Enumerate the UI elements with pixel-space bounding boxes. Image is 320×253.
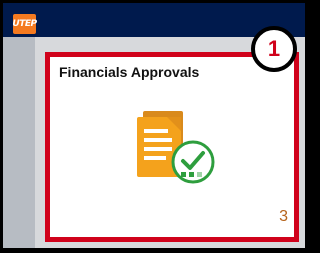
financials-approvals-tile[interactable]: Financials Approvals 3 <box>45 52 299 242</box>
utep-logo-text: UTEP <box>12 19 37 29</box>
homepage-content: Financials Approvals 3 <box>3 37 305 248</box>
utep-logo[interactable]: UTEP <box>12 14 37 34</box>
step-number: 1 <box>267 36 281 61</box>
tile-title: Financials Approvals <box>59 64 200 80</box>
step-number-badge: 1 <box>251 26 297 72</box>
document-approval-icon <box>137 111 215 184</box>
pending-approvals-count: 3 <box>279 208 288 225</box>
app-frame: UTEP Financials Approvals 3 1 <box>0 0 308 253</box>
side-strip <box>3 37 35 248</box>
